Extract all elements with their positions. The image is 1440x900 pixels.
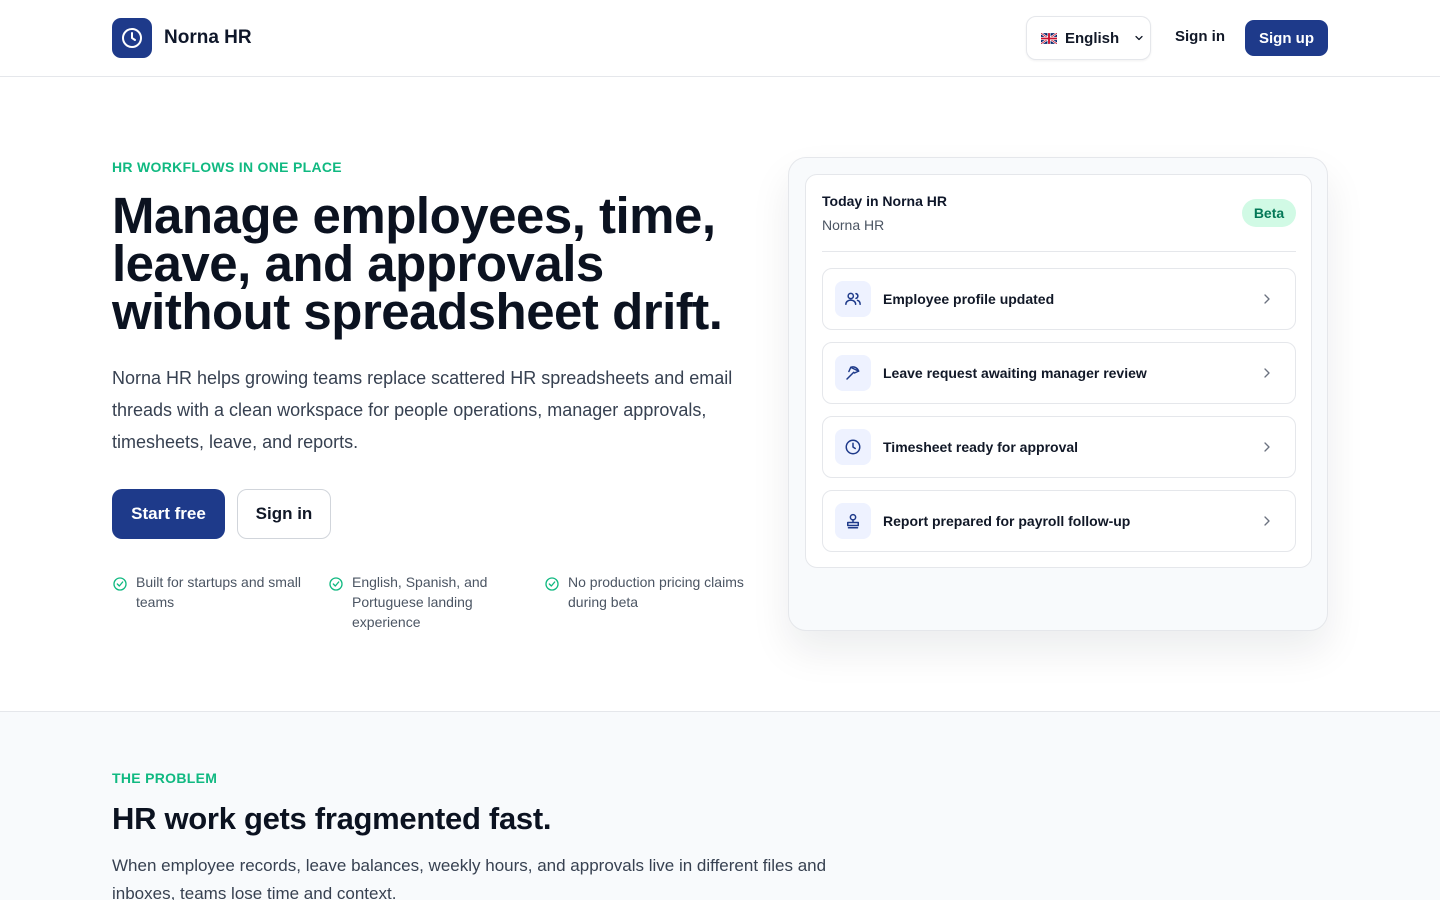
clock-icon <box>835 429 871 465</box>
header-signup-button[interactable]: Sign up <box>1245 20 1328 56</box>
activity-item-profile[interactable]: Employee profile updated <box>822 268 1296 330</box>
check-circle-icon <box>545 577 559 591</box>
activity-item-leave[interactable]: Leave request awaiting manager review <box>822 342 1296 404</box>
card-divider <box>822 251 1296 252</box>
problem-title: HR work gets fragmented fast. <box>112 801 552 836</box>
brand-name: Norna HR <box>164 27 252 48</box>
today-card: Today in Norna HR Norna HR Beta Employee… <box>805 174 1312 568</box>
uk-flag-icon <box>1041 32 1057 44</box>
card-subtitle: Norna HR <box>822 217 885 233</box>
activity-item-report[interactable]: Report prepared for payroll follow-up <box>822 490 1296 552</box>
feature-item: Built for startups and small teams <box>112 572 317 612</box>
activity-label: Timesheet ready for approval <box>883 439 1079 455</box>
activity-label: Employee profile updated <box>883 291 1055 307</box>
feature-item: English, Spanish, and Portuguese landing… <box>328 572 523 632</box>
chevron-right-icon <box>1259 513 1275 529</box>
problem-text: When employee records, leave balances, w… <box>112 856 827 900</box>
card-title: Today in Norna HR <box>822 193 947 209</box>
users-icon <box>835 281 871 317</box>
check-circle-icon <box>329 577 343 591</box>
brand[interactable]: Norna HR <box>112 18 252 58</box>
chevron-right-icon <box>1259 365 1275 381</box>
check-circle-icon <box>113 577 127 591</box>
hero-subtitle: Norna HR helps growing teams replace sca… <box>112 368 733 452</box>
stamp-icon <box>835 503 871 539</box>
clock-icon <box>112 18 152 58</box>
feature-text: English, Spanish, and Portuguese landing… <box>352 574 488 630</box>
beach-umbrella-icon <box>835 355 871 391</box>
problem-eyebrow: The problem <box>112 770 218 786</box>
hero-eyebrow: HR workflows in one place <box>112 159 342 175</box>
activity-item-timesheet[interactable]: Timesheet ready for approval <box>822 416 1296 478</box>
start-free-button[interactable]: Start free <box>112 489 225 539</box>
chevron-right-icon <box>1259 439 1275 455</box>
chevron-right-icon <box>1259 291 1275 307</box>
feature-item: No production pricing claims during beta <box>544 572 744 612</box>
language-label: English <box>1065 29 1120 47</box>
beta-badge: Beta <box>1242 199 1296 227</box>
hero-signin-button[interactable]: Sign in <box>237 489 331 539</box>
activity-label: Report prepared for payroll follow-up <box>883 513 1131 529</box>
header-signin-link[interactable]: Sign in <box>1175 28 1225 45</box>
top-navigation: Norna HR English Sign in Sign up <box>0 0 1440 77</box>
feature-text: No production pricing claims during beta <box>568 574 744 610</box>
activity-label: Leave request awaiting manager review <box>883 365 1147 381</box>
language-selector[interactable]: English <box>1026 16 1151 60</box>
chevron-down-icon <box>1135 35 1143 41</box>
product-preview: Today in Norna HR Norna HR Beta Employee… <box>788 157 1328 631</box>
feature-text: Built for startups and small teams <box>136 574 301 610</box>
hero-title: Manage employees, time, leave, and appro… <box>112 187 723 340</box>
